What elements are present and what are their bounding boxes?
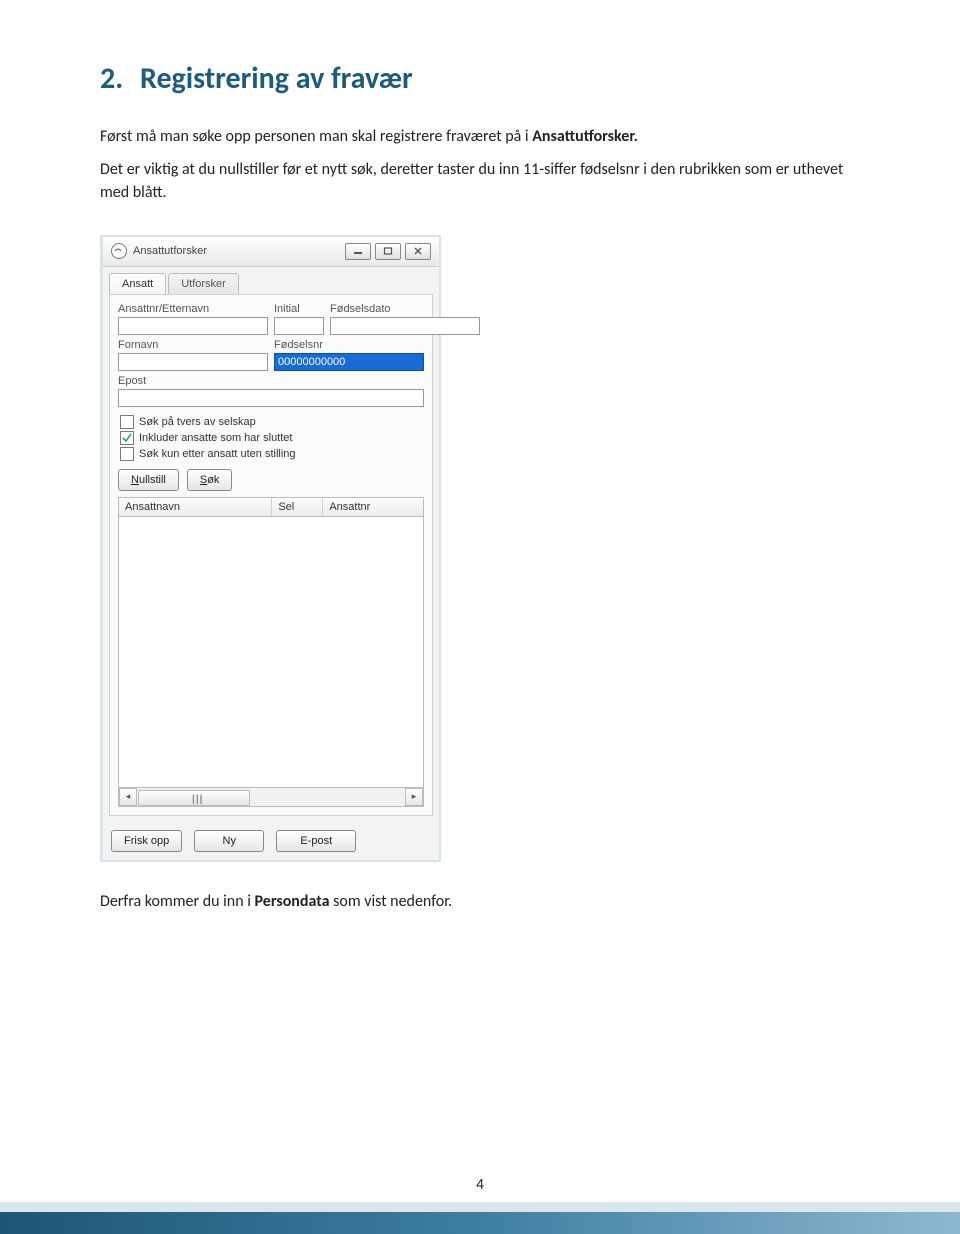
col-ansattnr[interactable]: Ansattnr [323,498,423,516]
ny-button[interactable]: Ny [194,830,264,852]
app-icon [111,243,127,259]
intro-bold-ansattutforsker: Ansattutforsker. [532,127,638,146]
page-heading: 2.Registrering av fravær [100,60,860,97]
outro-text-a: Derfra kommer du inn i [100,892,255,911]
scroll-track[interactable]: ┃┃┃ [137,789,405,805]
fornavn-input[interactable] [118,353,268,371]
checkbox-icon [120,415,134,429]
heading-number: 2. [100,60,140,97]
fodselsnr-input[interactable] [274,353,424,371]
tab-ansatt[interactable]: Ansatt [109,273,166,294]
results-grid-body[interactable] [118,517,424,788]
close-button[interactable] [405,243,431,260]
window-title: Ansattutforsker [133,245,345,257]
checkbox-uten-stilling[interactable]: Søk kun etter ansatt uten stilling [120,447,424,461]
label-epost: Epost [118,375,424,387]
checkbox-sok-pa-tvers[interactable]: Søk på tvers av selskap [120,415,424,429]
scroll-left-arrow[interactable]: ◂ [119,788,137,806]
minimize-button[interactable] [345,243,371,260]
col-sel[interactable]: Sel [272,498,323,516]
label-ansattnr-etternavn: Ansattnr/Etternavn [118,303,268,315]
label-fodselsnr: Fødselsnr [274,339,424,351]
checkbox-label: Søk kun etter ansatt uten stilling [139,448,296,460]
checkbox-icon [120,447,134,461]
ansattnr-etternavn-input[interactable] [118,317,268,335]
scroll-thumb[interactable]: ┃┃┃ [138,790,250,806]
tab-utforsker[interactable]: Utforsker [168,273,239,294]
window-titlebar: Ansattutforsker [103,237,439,267]
bottom-button-row: Frisk opp Ny E-post [103,822,439,860]
results-grid-header: Ansattnavn Sel Ansattnr [118,497,424,517]
ansattutforsker-window: Ansattutforsker Ansatt Utforsker Ansattn… [103,237,439,860]
label-fodselsdato: Fødselsdato [330,303,480,315]
frisk-opp-button[interactable]: Frisk opp [111,830,182,852]
checkbox-icon [120,431,134,445]
epost-input[interactable] [118,389,424,407]
nullstill-button[interactable]: Nullstill [118,469,179,491]
checkbox-label: Inkluder ansatte som har sluttet [139,432,292,444]
horizontal-scrollbar[interactable]: ◂ ┃┃┃ ▸ [118,788,424,807]
label-fornavn: Fornavn [118,339,268,351]
checkbox-label: Søk på tvers av selskap [139,416,256,428]
screenshot-frame: Ansattutforsker Ansatt Utforsker Ansattn… [100,235,441,862]
maximize-button[interactable] [375,243,401,260]
page-number: 4 [0,1176,960,1194]
intro-text-1a: Først må man søke opp personen man skal … [100,127,532,146]
outro-paragraph: Derfra kommer du inn i Persondata som vi… [100,890,860,913]
intro-paragraph-2: Det er viktig at du nullstiller før et n… [100,158,860,204]
footer-decorative-bar [0,1212,960,1234]
label-initial: Initial [274,303,324,315]
epost-button[interactable]: E-post [276,830,356,852]
outro-text-c: som vist nedenfor. [330,892,453,911]
heading-title: Registrering av fravær [140,60,413,97]
col-ansattnavn[interactable]: Ansattnavn [119,498,272,516]
sok-button[interactable]: Søk [187,469,233,491]
tabs: Ansatt Utforsker [103,267,439,294]
fodselsdato-input[interactable] [330,317,480,335]
checkbox-inkluder-sluttet[interactable]: Inkluder ansatte som har sluttet [120,431,424,445]
search-pane: Ansattnr/Etternavn Initial Fødselsdato F… [109,294,433,816]
outro-bold-persondata: Persondata [255,892,330,911]
intro-paragraph-1: Først må man søke opp personen man skal … [100,125,860,148]
initial-input[interactable] [274,317,324,335]
scroll-right-arrow[interactable]: ▸ [405,788,423,806]
